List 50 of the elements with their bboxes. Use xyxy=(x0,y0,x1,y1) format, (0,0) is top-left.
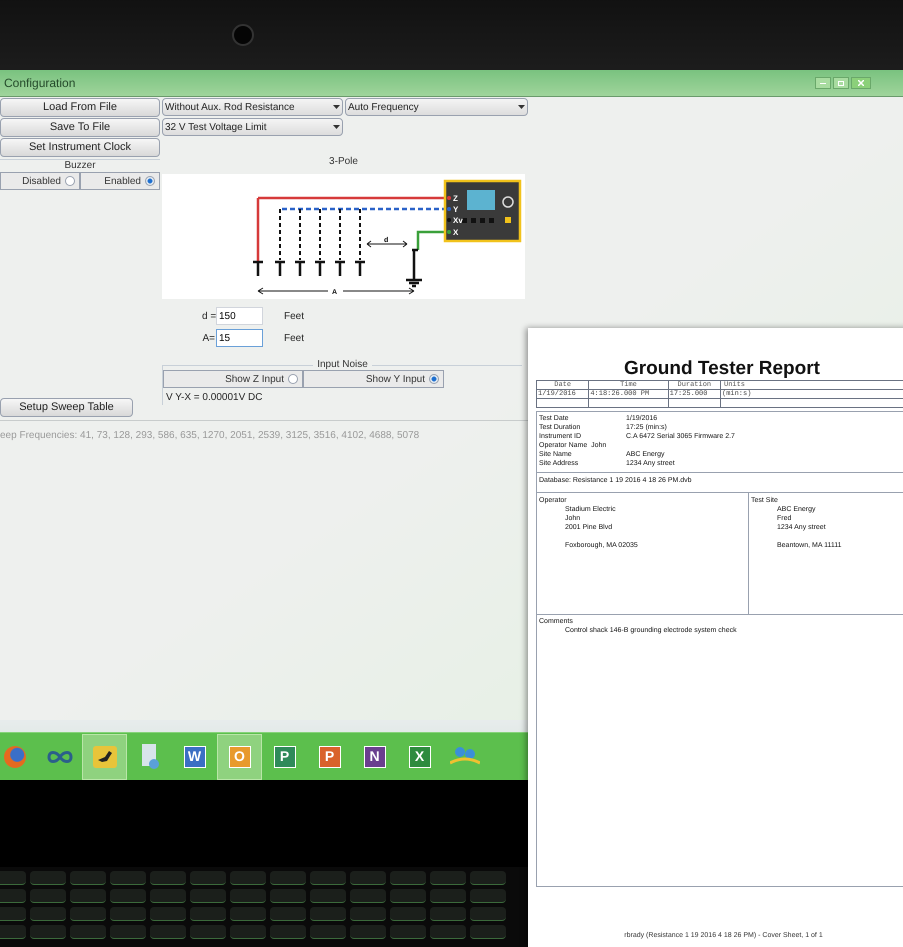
app-icon[interactable]: N xyxy=(364,746,386,768)
bird-icon[interactable] xyxy=(92,746,116,768)
diagram-title: 3-Pole xyxy=(329,155,358,169)
app-icon[interactable]: P xyxy=(318,746,340,768)
report-title: Ground Tester Report xyxy=(623,358,821,380)
app-icon[interactable]: W xyxy=(184,746,206,768)
field-label: d = xyxy=(202,310,215,324)
field-label: A= xyxy=(202,332,215,346)
maximize-button[interactable] xyxy=(833,77,849,89)
globe-icon[interactable] xyxy=(4,746,26,768)
terminal-label: X xyxy=(453,228,458,237)
active-taskbar-slot[interactable] xyxy=(82,734,127,780)
app-icon[interactable]: P xyxy=(274,746,296,768)
terminal-label: Y xyxy=(453,205,458,214)
drive-icon[interactable] xyxy=(140,744,160,770)
window-title: Configuration xyxy=(4,75,76,92)
dropdown[interactable]: Without Aux. Rod Resistance xyxy=(162,98,343,116)
input-field[interactable]: 15 xyxy=(216,329,263,347)
dropdown[interactable]: Auto Frequency xyxy=(345,98,528,116)
terminal-label: Xv xyxy=(453,216,463,225)
close-button[interactable] xyxy=(851,77,871,89)
unit-label: Feet xyxy=(284,310,304,324)
input-field[interactable]: 150 xyxy=(216,307,263,325)
radio-option[interactable]: Disabled xyxy=(0,172,80,190)
action-button[interactable]: Save To File xyxy=(0,118,160,137)
unit-label: Feet xyxy=(284,332,304,346)
terminal-label: Z xyxy=(453,194,458,203)
radio-button[interactable] xyxy=(429,374,439,384)
dropdown[interactable]: 32 V Test Voltage Limit xyxy=(162,118,343,136)
caret-icon xyxy=(333,105,340,109)
radio-button[interactable] xyxy=(288,374,298,384)
minimize-button[interactable] xyxy=(815,77,831,89)
radio-button[interactable] xyxy=(145,176,155,186)
camera-lens-icon xyxy=(232,24,254,46)
action-button[interactable]: Load From File xyxy=(0,98,160,117)
sweep-frequencies: eep Frequencies: 41, 73, 128, 293, 586, 635, 1270, 2051, 2539, 3125, 3516, 4102, 4688, 5078 xyxy=(0,430,420,441)
radio-option[interactable]: Enabled xyxy=(80,172,160,190)
app-icon[interactable]: X xyxy=(408,746,430,768)
radio-option[interactable]: Show Y Input xyxy=(303,370,444,388)
noise-reading: V Y-X = 0.00001V DC xyxy=(165,391,264,405)
radio-button[interactable] xyxy=(65,176,75,186)
group-label: Input Noise xyxy=(313,360,372,370)
action-button[interactable]: Set Instrument Clock xyxy=(0,138,160,157)
caret-icon xyxy=(518,105,525,109)
infinity-icon[interactable] xyxy=(46,750,72,764)
setup-sweep-button[interactable]: Setup Sweep Table xyxy=(0,398,133,417)
caret-icon xyxy=(333,125,340,129)
group-label: Buzzer xyxy=(64,160,96,172)
close-icon xyxy=(858,80,864,86)
radio-option[interactable]: Show Z Input xyxy=(163,370,303,388)
